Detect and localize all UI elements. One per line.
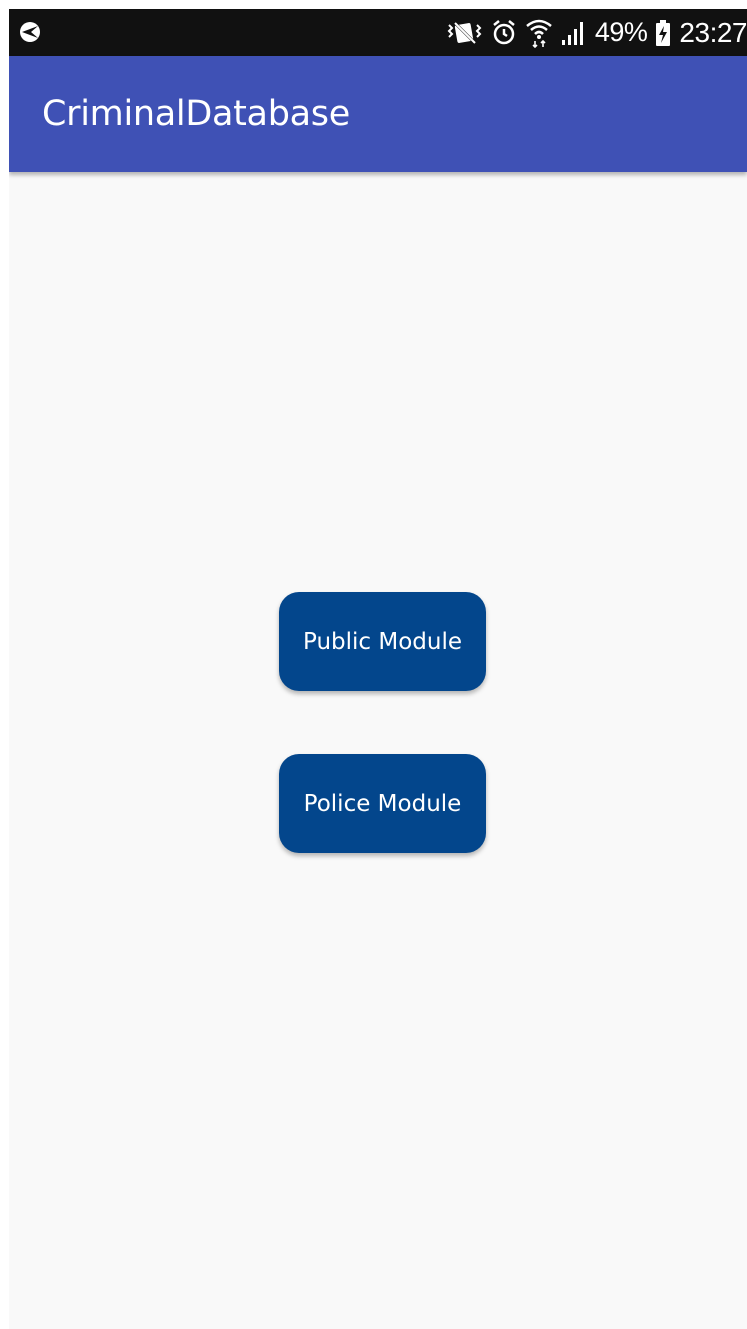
battery-charging-icon	[655, 19, 671, 47]
public-module-button[interactable]: Public Module	[279, 592, 486, 691]
vibrate-icon	[447, 19, 483, 47]
wifi-icon	[525, 18, 553, 48]
status-bar: 49% 23:27	[9, 9, 747, 56]
signal-icon	[561, 20, 587, 46]
phone-screen: 49% 23:27 CriminalDatabase Public Module…	[9, 9, 747, 1329]
clock: 23:27	[679, 16, 747, 48]
app-title: CriminalDatabase	[42, 94, 350, 134]
alarm-icon	[491, 19, 517, 47]
app-notification-icon	[19, 21, 41, 43]
status-icons: 49% 23:27	[447, 9, 747, 56]
battery-percent: 49%	[594, 17, 648, 47]
app-bar: CriminalDatabase	[9, 56, 747, 172]
police-module-button[interactable]: Police Module	[279, 754, 486, 853]
